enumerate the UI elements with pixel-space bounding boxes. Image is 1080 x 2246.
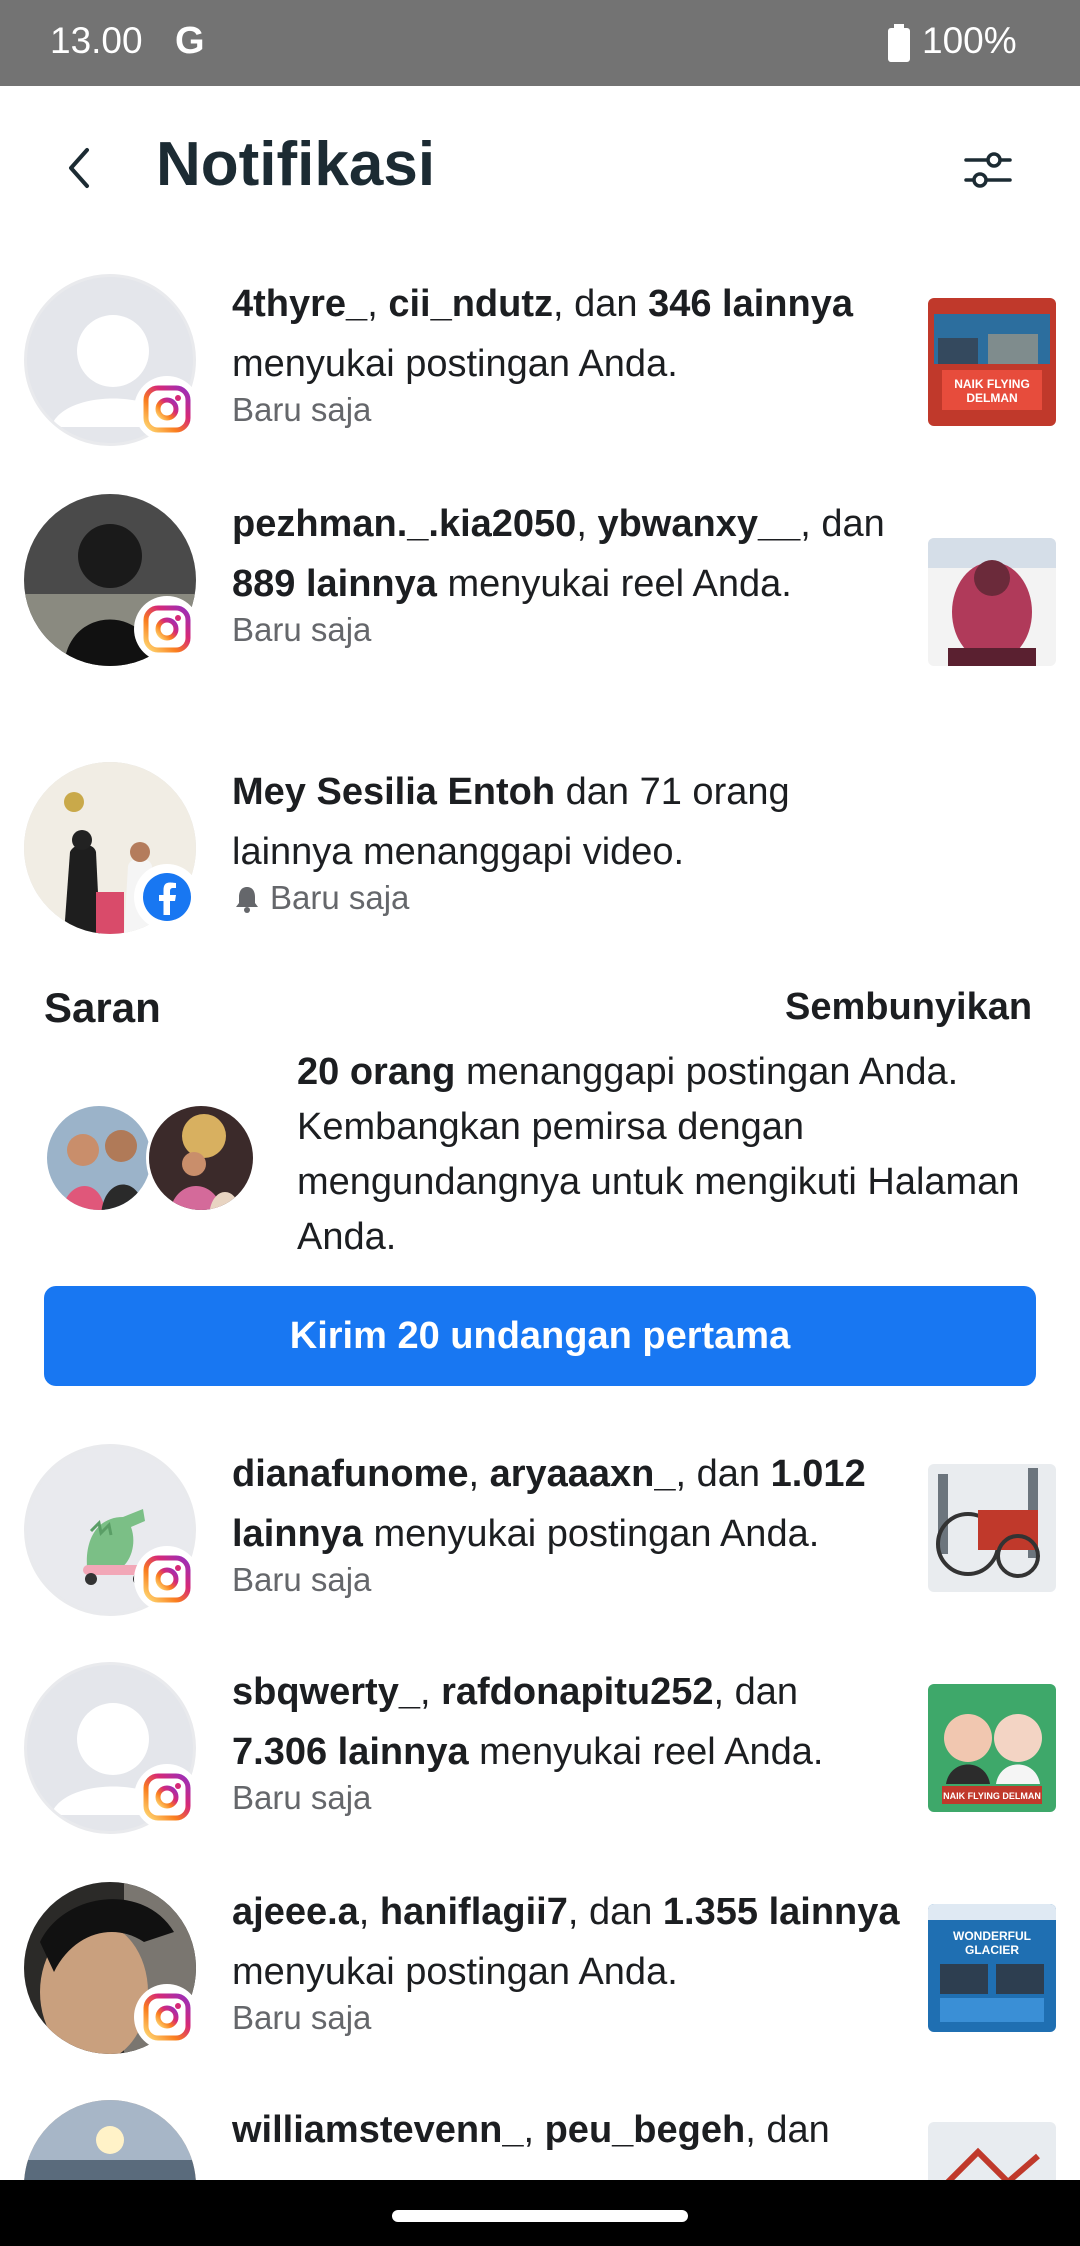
svg-text:NAIK FLYING: NAIK FLYING <box>954 377 1030 391</box>
svg-text:WONDERFUL: WONDERFUL <box>953 1929 1031 1943</box>
instagram-icon <box>134 1546 200 1612</box>
notification-text: ajeee.a, haniflagii7, dan 1.355 lainnya … <box>232 1882 902 2040</box>
notification-time: Baru saja <box>232 1561 372 1598</box>
battery-level: 100% <box>922 20 1017 61</box>
hide-link[interactable]: Sembunyikan <box>785 986 1032 1029</box>
svg-text:DELMAN: DELMAN <box>966 391 1017 405</box>
instagram-icon <box>134 1984 200 2050</box>
notification-text: Mey Sesilia Entoh dan 71 orang lainnya m… <box>232 762 902 920</box>
instagram-icon <box>134 376 200 442</box>
svg-text:GLACIER: GLACIER <box>965 1943 1019 1957</box>
notification-time: Baru saja <box>232 876 902 920</box>
filter-button[interactable] <box>960 142 1016 198</box>
notification-time: Baru saja <box>232 391 372 428</box>
notification-avatar <box>24 494 200 666</box>
notification-text: sbqwerty_, rafdonapitu252, dan 7.306 lai… <box>232 1662 902 1820</box>
notification-item[interactable]: sbqwerty_, rafdonapitu252, dan 7.306 lai… <box>0 1662 1080 1852</box>
notification-item[interactable]: williamstevenn_, peu_begeh, dan <box>0 2100 1080 2180</box>
home-indicator[interactable] <box>392 2210 688 2222</box>
notification-avatar <box>24 2100 196 2180</box>
svg-text:NAIK FLYING DELMAN: NAIK FLYING DELMAN <box>943 1791 1041 1801</box>
navigation-bar <box>0 2180 1080 2246</box>
notification-time: Baru saja <box>232 611 372 648</box>
post-thumbnail[interactable] <box>928 538 1056 666</box>
back-button[interactable] <box>50 138 110 198</box>
avatar <box>24 2100 196 2180</box>
carrier-icon: G <box>175 20 205 62</box>
instagram-icon <box>134 596 200 662</box>
notification-avatar <box>24 274 200 446</box>
status-time: 13.00 <box>50 20 143 61</box>
notification-item[interactable]: Mey Sesilia Entoh dan 71 orang lainnya m… <box>0 762 1080 952</box>
battery-icon <box>888 24 910 62</box>
post-thumbnail[interactable]: NAIK FLYING DELMAN <box>928 1684 1056 1812</box>
notifications-screen: 13.00 G 100% Notifikasi 4thyre_, cii_ndu… <box>0 0 1080 2246</box>
suggestion-text: 20 orang menanggapi postingan Anda. Kemb… <box>297 1051 1020 1258</box>
notification-avatar <box>24 1882 200 2054</box>
avatar <box>44 1103 154 1213</box>
sliders-icon <box>964 152 1012 188</box>
page-title: Notifikasi <box>156 130 436 199</box>
suggestion-title: Saran <box>44 984 161 1031</box>
notification-text: pezhman._.kia2050, ybwanxy__, dan 889 la… <box>232 494 902 652</box>
notification-text: williamstevenn_, peu_begeh, dan <box>232 2109 830 2151</box>
bell-icon <box>236 887 258 913</box>
status-bar: 13.00 G 100% <box>0 0 1080 86</box>
post-thumbnail[interactable] <box>928 1464 1056 1592</box>
notification-avatar <box>24 1444 200 1616</box>
facebook-icon <box>134 864 200 930</box>
chevron-left-icon <box>69 148 89 188</box>
notification-text: dianafunome, aryaaaxn_, dan 1.012 lainny… <box>232 1444 902 1602</box>
instagram-icon <box>134 1764 200 1830</box>
notification-avatar <box>24 1662 200 1834</box>
post-thumbnail[interactable] <box>928 2122 1056 2180</box>
invite-button[interactable]: Kirim 20 undangan pertama <box>44 1286 1036 1386</box>
notification-item[interactable]: ajeee.a, haniflagii7, dan 1.355 lainnya … <box>0 1882 1080 2072</box>
post-thumbnail[interactable]: NAIK FLYING DELMAN <box>928 298 1056 426</box>
header: Notifikasi <box>0 86 1080 256</box>
notification-item[interactable]: 4thyre_, ybwanxy__cii_ndutz, dan 346 lai… <box>0 274 1080 454</box>
notification-item[interactable]: dianafunome, aryaaaxn_, dan 1.012 lainny… <box>0 1444 1080 1634</box>
notification-time: Baru saja <box>232 1779 372 1816</box>
avatar <box>146 1103 256 1213</box>
notification-time: Baru saja <box>232 1999 372 2036</box>
notification-text: 4thyre_, ybwanxy__cii_ndutz, dan 346 lai… <box>232 274 902 432</box>
notification-avatar <box>24 762 200 934</box>
notification-item[interactable]: pezhman._.kia2050, ybwanxy__, dan 889 la… <box>0 494 1080 724</box>
post-thumbnail[interactable]: WONDERFUL GLACIER <box>928 1904 1056 2032</box>
